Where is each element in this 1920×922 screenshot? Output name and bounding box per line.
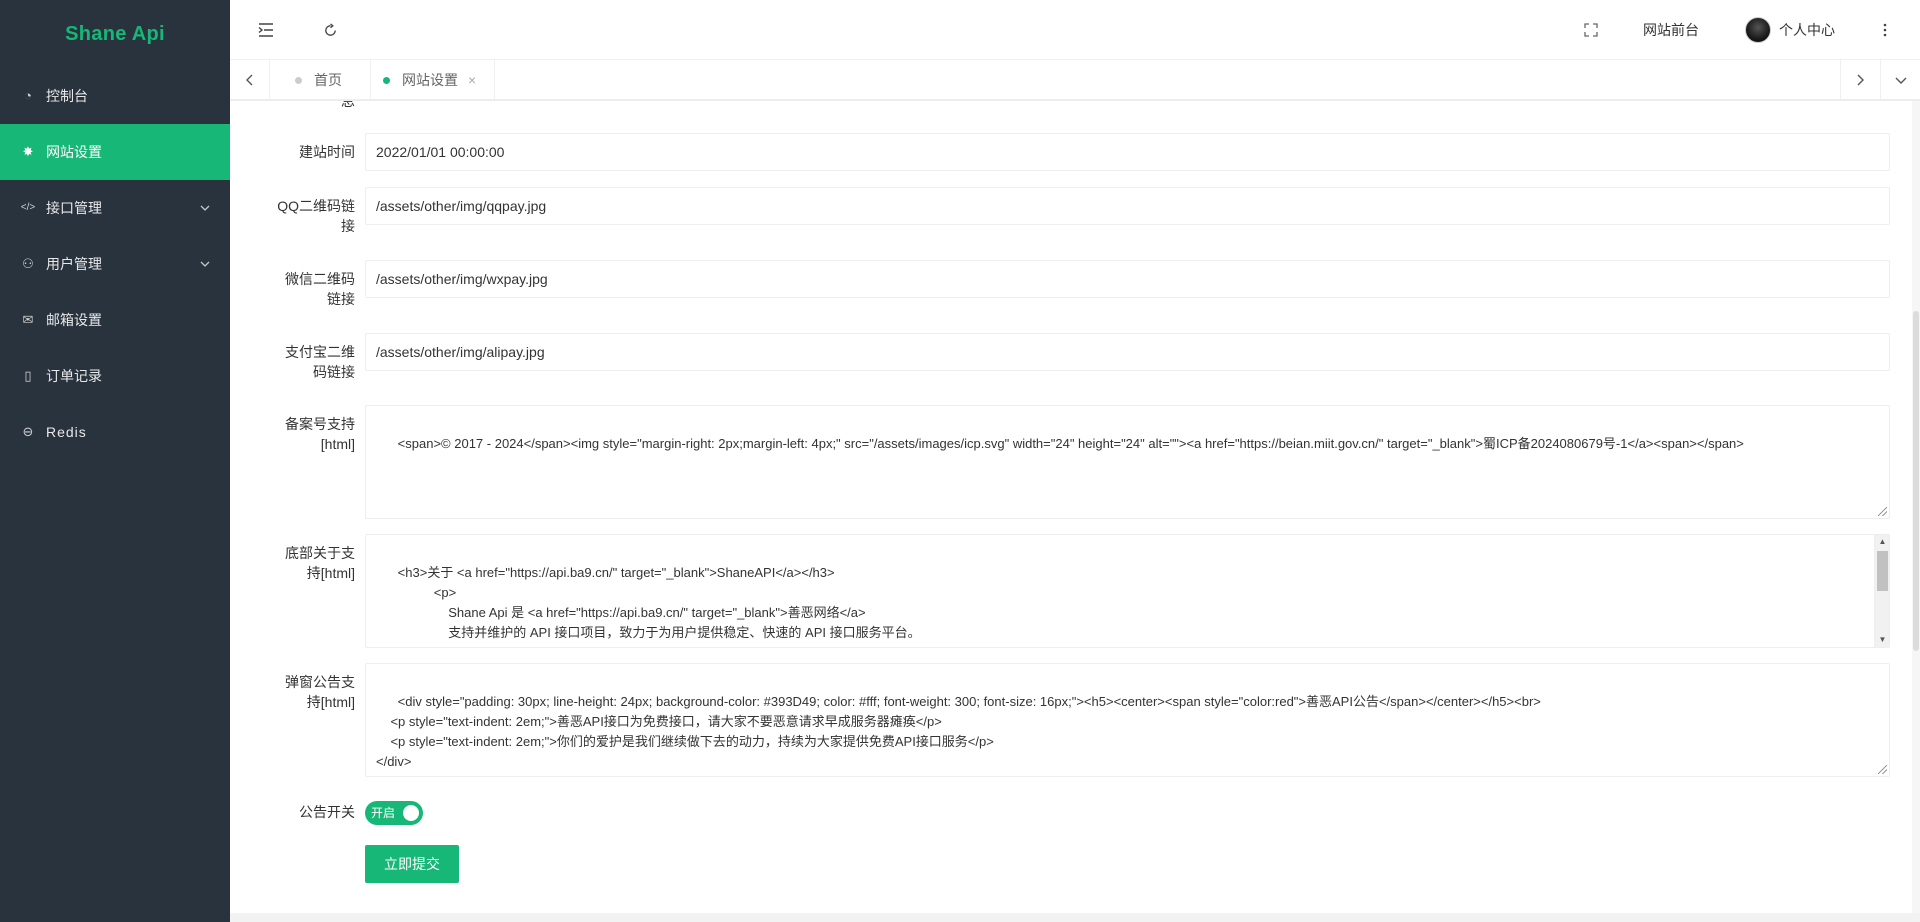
popup-notice-textarea[interactable]: <div style="padding: 30px; line-height: … bbox=[365, 663, 1890, 777]
sidebar-item-label: 接口管理 bbox=[46, 200, 102, 216]
menu-fold-icon bbox=[258, 23, 273, 37]
submit-button[interactable]: 立即提交 bbox=[365, 845, 459, 883]
about-html-textarea[interactable]: <h3>关于 <a href="https://api.ba9.cn/" tar… bbox=[365, 534, 1890, 648]
label-line: 弹窗公告支 bbox=[285, 674, 355, 690]
toggle-knob bbox=[403, 805, 419, 821]
chevron-right-icon bbox=[1857, 74, 1864, 86]
fullscreen-icon bbox=[1584, 23, 1598, 37]
label-line: 接 bbox=[341, 218, 355, 234]
tab-status-dot bbox=[383, 76, 390, 84]
profile-label: 个人中心 bbox=[1779, 22, 1835, 38]
notice-switch-label: 公告开关 bbox=[299, 804, 355, 820]
sidebar-item-label: 订单记录 bbox=[46, 368, 102, 384]
sidebar-item-label: 邮箱设置 bbox=[46, 312, 102, 328]
fullscreen-button[interactable] bbox=[1576, 0, 1606, 60]
notice-toggle[interactable]: 开启 bbox=[365, 801, 423, 825]
textarea-content: <span>© 2017 - 2024</span><img style="ma… bbox=[397, 436, 1744, 451]
top-header: 网站前台 个人中心 bbox=[230, 0, 1920, 60]
tabs-scroll-left-button[interactable] bbox=[230, 60, 270, 100]
code-icon: </> bbox=[20, 202, 36, 213]
sidebar-item-label: 控制台 bbox=[46, 88, 88, 104]
avatar bbox=[1745, 17, 1771, 43]
sidebar-item-label: 网站设置 bbox=[46, 144, 102, 160]
tab-site-settings[interactable]: 网站设置 × bbox=[366, 60, 496, 100]
label-line: 码链接 bbox=[313, 364, 355, 380]
label-line: 支付宝二维 bbox=[285, 344, 355, 360]
scrollbar-thumb[interactable] bbox=[1877, 551, 1888, 591]
settings-form: 息 建站时间 2022/01/01 00:00:00 QQ二维码链 接 /ass… bbox=[230, 101, 1920, 913]
tab-bar: 首页 网站设置 × bbox=[230, 60, 1920, 100]
more-options-button[interactable] bbox=[1870, 0, 1900, 60]
tab-home[interactable]: 首页 bbox=[270, 60, 371, 100]
user-icon: ⚇ bbox=[22, 256, 34, 271]
profile-menu[interactable]: 个人中心 bbox=[1730, 0, 1850, 60]
label-line: 备案号支持 bbox=[285, 416, 355, 432]
resize-handle[interactable] bbox=[1878, 765, 1887, 774]
redis-icon: ⊖ bbox=[22, 424, 34, 439]
clipped-label: 息 bbox=[341, 101, 355, 109]
sidebar-item-label: Redis bbox=[46, 424, 87, 440]
label-line: 底部关于支 bbox=[285, 545, 355, 561]
mobile-icon: ▯ bbox=[24, 368, 32, 383]
sidebar-item-redis[interactable]: ⊖ Redis bbox=[0, 404, 230, 460]
page-scrollbar-thumb[interactable] bbox=[1913, 311, 1919, 651]
refresh-button[interactable] bbox=[316, 0, 344, 60]
sidebar-item-orders[interactable]: ▯ 订单记录 bbox=[0, 348, 230, 404]
sidebar-item-api-management[interactable]: </> 接口管理 bbox=[0, 180, 230, 236]
popup-notice-label: 弹窗公告支 持[html] bbox=[230, 672, 355, 712]
tab-label: 网站设置 bbox=[402, 72, 458, 88]
qq-qr-label: QQ二维码链 接 bbox=[230, 196, 355, 236]
label-line: QQ二维码链 bbox=[277, 198, 355, 214]
wechat-qr-label: 微信二维码 链接 bbox=[230, 269, 355, 309]
sidebar-item-mail-settings[interactable]: ✉ 邮箱设置 bbox=[0, 292, 230, 348]
label-line: 微信二维码 bbox=[285, 271, 355, 287]
chevron-left-icon bbox=[246, 74, 253, 86]
scroll-up-icon[interactable]: ▲ bbox=[1875, 535, 1889, 549]
sidebar-item-site-settings[interactable]: ✸ 网站设置 bbox=[0, 124, 230, 180]
build-time-input[interactable]: 2022/01/01 00:00:00 bbox=[365, 133, 1890, 171]
page-scrollbar[interactable] bbox=[1912, 101, 1920, 913]
textarea-content: <h3>关于 <a href="https://api.ba9.cn/" tar… bbox=[397, 565, 921, 647]
tab-status-dot bbox=[295, 76, 302, 84]
textarea-scrollbar[interactable]: ▲ ▼ bbox=[1874, 535, 1889, 647]
icp-html-textarea[interactable]: <span>© 2017 - 2024</span><img style="ma… bbox=[365, 405, 1890, 519]
mail-icon: ✉ bbox=[22, 312, 34, 327]
alipay-qr-input[interactable]: /assets/other/img/alipay.jpg bbox=[365, 333, 1890, 371]
label-line: 持[html] bbox=[306, 694, 355, 710]
tabs-scroll-right-button[interactable] bbox=[1840, 60, 1880, 100]
sidebar-item-dashboard[interactable]: ◔ 控制台 bbox=[0, 68, 230, 124]
wechat-qr-input[interactable]: /assets/other/img/wxpay.jpg bbox=[365, 260, 1890, 298]
chevron-down-icon bbox=[1895, 77, 1906, 84]
sidebar-item-user-management[interactable]: ⚇ 用户管理 bbox=[0, 236, 230, 292]
tabs-dropdown-button[interactable] bbox=[1880, 60, 1920, 100]
alipay-qr-label: 支付宝二维 码链接 bbox=[230, 342, 355, 382]
toggle-state-text: 开启 bbox=[371, 806, 396, 820]
label-line: 持[html] bbox=[306, 565, 355, 581]
tab-label: 首页 bbox=[314, 72, 342, 88]
label-line: [html] bbox=[320, 436, 355, 452]
gear-icon: ✸ bbox=[22, 144, 34, 159]
website-frontend-link[interactable]: 网站前台 bbox=[1626, 0, 1716, 60]
sidebar-item-label: 用户管理 bbox=[46, 256, 102, 272]
app-logo[interactable]: Shane Api bbox=[0, 0, 230, 68]
dashboard-icon: ◔ bbox=[24, 88, 32, 103]
more-vertical-icon bbox=[1883, 23, 1887, 37]
resize-handle[interactable] bbox=[1878, 507, 1887, 516]
chevron-down-icon bbox=[200, 180, 210, 236]
qq-qr-input[interactable]: /assets/other/img/qqpay.jpg bbox=[365, 187, 1890, 225]
refresh-icon bbox=[324, 22, 336, 36]
sidebar: Shane Api ◔ 控制台 ✸ 网站设置 </> 接口管理 ⚇ 用户管理 ✉… bbox=[0, 0, 230, 922]
build-time-label: 建站时间 bbox=[299, 144, 355, 160]
label-line: 链接 bbox=[327, 291, 355, 307]
content-bottom-edge bbox=[230, 913, 1920, 922]
icp-label: 备案号支持 [html] bbox=[230, 414, 355, 454]
close-icon[interactable]: × bbox=[468, 72, 476, 88]
scroll-down-icon[interactable]: ▼ bbox=[1875, 633, 1889, 647]
menu-toggle-button[interactable] bbox=[252, 0, 280, 60]
chevron-down-icon bbox=[200, 236, 210, 292]
textarea-content: <div style="padding: 30px; line-height: … bbox=[376, 694, 1541, 769]
about-label: 底部关于支 持[html] bbox=[230, 543, 355, 583]
